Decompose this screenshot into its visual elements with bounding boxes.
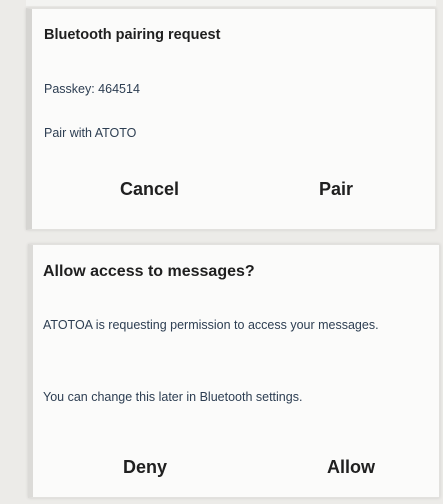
settings-note-text: You can change this later in Bluetooth s… <box>43 390 303 404</box>
messages-permission-text: ATOTOA is requesting permission to acces… <box>43 318 379 332</box>
bluetooth-pairing-dialog: Bluetooth pairing request Passkey: 46451… <box>26 8 436 230</box>
pair-button[interactable]: Pair <box>319 179 353 200</box>
pair-with-text: Pair with ATOTO <box>44 126 137 140</box>
top-edge <box>26 0 436 6</box>
messages-access-dialog: Allow access to messages? ATOTOA is requ… <box>28 244 440 498</box>
pairing-dialog-title: Bluetooth pairing request <box>44 27 221 43</box>
deny-button[interactable]: Deny <box>123 457 167 478</box>
allow-button[interactable]: Allow <box>327 457 375 478</box>
cancel-button[interactable]: Cancel <box>120 179 179 200</box>
passkey-text: Passkey: 464514 <box>44 82 140 96</box>
messages-dialog-title: Allow access to messages? <box>43 263 255 280</box>
